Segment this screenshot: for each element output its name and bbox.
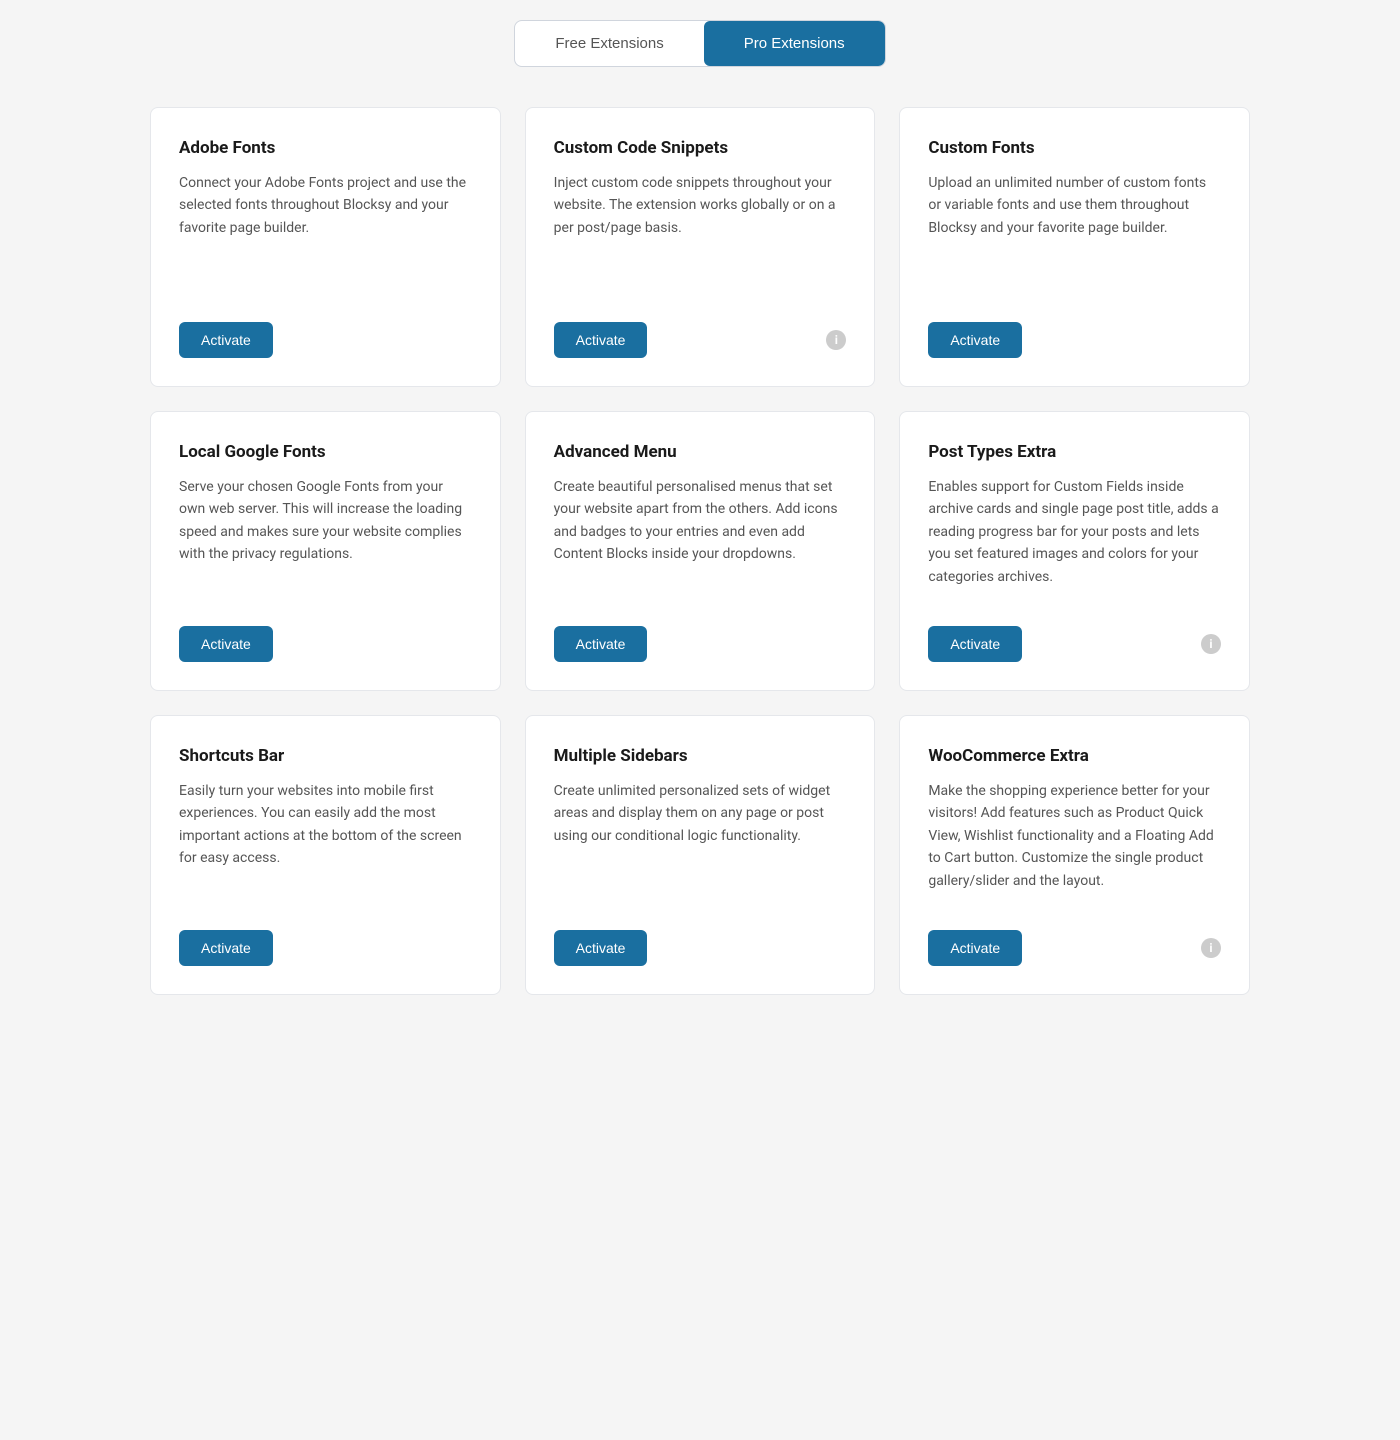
card-footer-post-types-extra: Activate i — [928, 626, 1221, 662]
card-description-custom-fonts: Upload an unlimited number of custom fon… — [928, 172, 1221, 298]
activate-button-multiple-sidebars[interactable]: Activate — [554, 930, 648, 966]
activate-button-advanced-menu[interactable]: Activate — [554, 626, 648, 662]
tab-bar: Free Extensions Pro Extensions — [514, 20, 885, 67]
activate-button-shortcuts-bar[interactable]: Activate — [179, 930, 273, 966]
card-title-multiple-sidebars: Multiple Sidebars — [554, 746, 847, 766]
card-title-woocommerce-extra: WooCommerce Extra — [928, 746, 1221, 766]
info-icon-custom-code-snippets[interactable]: i — [826, 330, 846, 350]
card-footer-custom-fonts: Activate — [928, 322, 1221, 358]
card-advanced-menu: Advanced Menu Create beautiful personalis… — [525, 411, 876, 691]
card-footer-local-google-fonts: Activate — [179, 626, 472, 662]
info-icon-post-types-extra[interactable]: i — [1201, 634, 1221, 654]
card-title-advanced-menu: Advanced Menu — [554, 442, 847, 462]
card-footer-multiple-sidebars: Activate — [554, 930, 847, 966]
activate-button-woocommerce-extra[interactable]: Activate — [928, 930, 1022, 966]
card-description-shortcuts-bar: Easily turn your websites into mobile fi… — [179, 780, 472, 906]
card-footer-woocommerce-extra: Activate i — [928, 930, 1221, 966]
card-description-advanced-menu: Create beautiful personalised menus that… — [554, 476, 847, 602]
card-footer-advanced-menu: Activate — [554, 626, 847, 662]
activate-button-custom-code-snippets[interactable]: Activate — [554, 322, 648, 358]
card-description-local-google-fonts: Serve your chosen Google Fonts from your… — [179, 476, 472, 602]
card-footer-custom-code-snippets: Activate i — [554, 322, 847, 358]
card-custom-fonts: Custom Fonts Upload an unlimited number o… — [899, 107, 1250, 387]
card-custom-code-snippets: Custom Code Snippets Inject custom code s… — [525, 107, 876, 387]
card-title-shortcuts-bar: Shortcuts Bar — [179, 746, 472, 766]
card-adobe-fonts: Adobe Fonts Connect your Adobe Fonts proj… — [150, 107, 501, 387]
activate-button-post-types-extra[interactable]: Activate — [928, 626, 1022, 662]
card-title-custom-code-snippets: Custom Code Snippets — [554, 138, 847, 158]
card-woocommerce-extra: WooCommerce Extra Make the shopping exper… — [899, 715, 1250, 995]
card-footer-adobe-fonts: Activate — [179, 322, 472, 358]
info-icon-woocommerce-extra[interactable]: i — [1201, 938, 1221, 958]
card-title-local-google-fonts: Local Google Fonts — [179, 442, 472, 462]
extensions-grid: Adobe Fonts Connect your Adobe Fonts proj… — [150, 107, 1250, 995]
card-post-types-extra: Post Types Extra Enables support for Cust… — [899, 411, 1250, 691]
card-title-adobe-fonts: Adobe Fonts — [179, 138, 472, 158]
tab-free-extensions[interactable]: Free Extensions — [515, 21, 703, 66]
card-description-post-types-extra: Enables support for Custom Fields inside… — [928, 476, 1221, 602]
card-description-custom-code-snippets: Inject custom code snippets throughout y… — [554, 172, 847, 298]
card-local-google-fonts: Local Google Fonts Serve your chosen Goog… — [150, 411, 501, 691]
card-description-adobe-fonts: Connect your Adobe Fonts project and use… — [179, 172, 472, 298]
activate-button-local-google-fonts[interactable]: Activate — [179, 626, 273, 662]
card-title-post-types-extra: Post Types Extra — [928, 442, 1221, 462]
activate-button-adobe-fonts[interactable]: Activate — [179, 322, 273, 358]
card-title-custom-fonts: Custom Fonts — [928, 138, 1221, 158]
card-shortcuts-bar: Shortcuts Bar Easily turn your websites i… — [150, 715, 501, 995]
activate-button-custom-fonts[interactable]: Activate — [928, 322, 1022, 358]
tab-pro-extensions[interactable]: Pro Extensions — [704, 21, 885, 66]
card-footer-shortcuts-bar: Activate — [179, 930, 472, 966]
card-description-multiple-sidebars: Create unlimited personalized sets of wi… — [554, 780, 847, 906]
card-description-woocommerce-extra: Make the shopping experience better for … — [928, 780, 1221, 906]
card-multiple-sidebars: Multiple Sidebars Create unlimited person… — [525, 715, 876, 995]
